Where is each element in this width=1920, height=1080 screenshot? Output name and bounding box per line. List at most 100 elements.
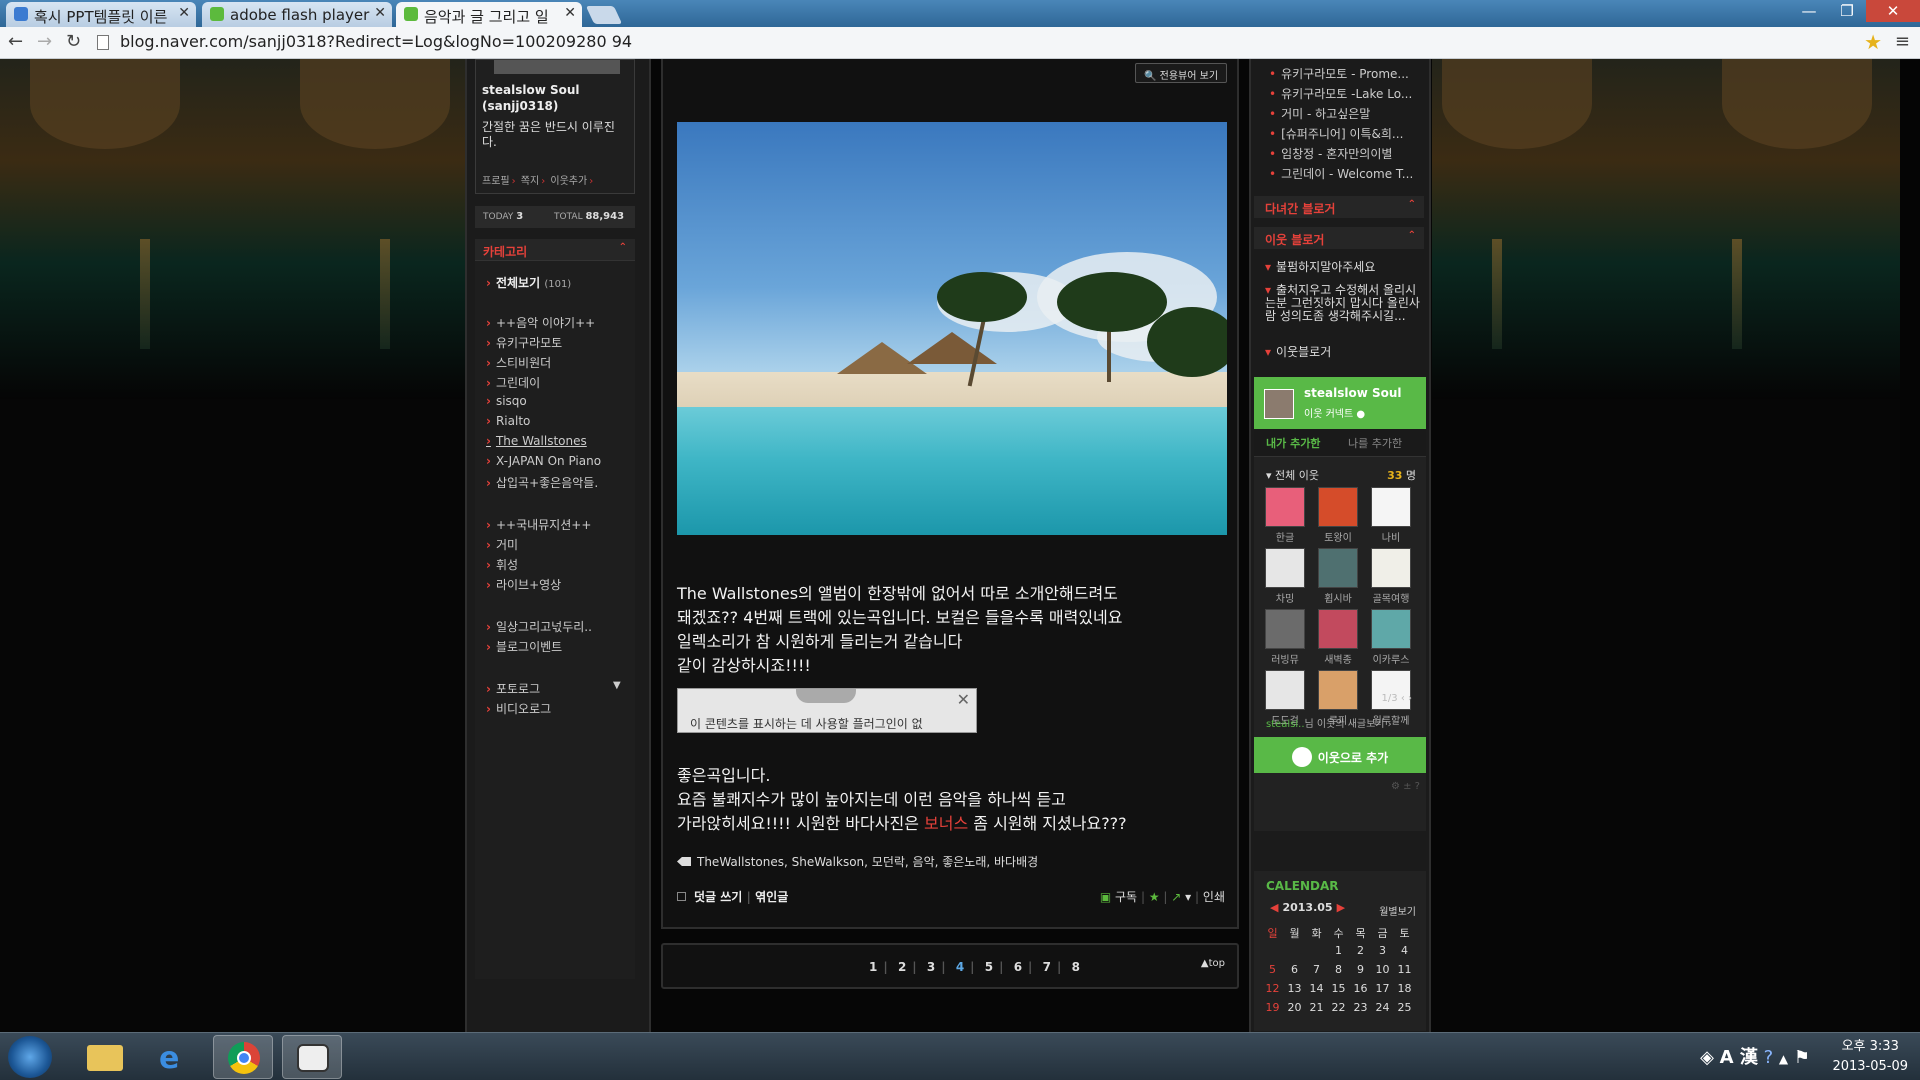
category-item[interactable]: Rialto <box>486 414 530 428</box>
subscribe-link[interactable]: 구독 <box>1115 890 1137 904</box>
share-icon[interactable]: ↗ <box>1171 890 1181 904</box>
forward-icon[interactable]: → <box>37 31 52 52</box>
add-neighbor-link[interactable]: 이웃추가 <box>550 176 587 187</box>
page-link[interactable]: 7 <box>1043 960 1051 974</box>
collapse-icon[interactable]: ⌃ <box>619 242 627 253</box>
neighbor-thumb[interactable]: 차밍 <box>1262 548 1308 605</box>
add-neighbor-button[interactable]: 이웃으로 추가 <box>1254 737 1426 773</box>
tray-expand-icon[interactable]: ▲ <box>1779 1052 1788 1066</box>
calendar-day[interactable]: 3 <box>1372 944 1393 957</box>
avatar[interactable] <box>1264 389 1294 419</box>
tab-close-icon[interactable]: ✕ <box>564 5 576 21</box>
tab-added-by-me[interactable]: 내가 추가한 <box>1266 435 1320 451</box>
calendar-day[interactable]: 22 <box>1328 1001 1349 1014</box>
tab-added-me[interactable]: 나를 추가한 <box>1348 435 1402 451</box>
neighbor-group-link[interactable]: 불펌하지말아주세요 <box>1265 261 1420 274</box>
calendar-day[interactable]: 24 <box>1372 1001 1393 1014</box>
calendar-day[interactable]: 23 <box>1350 1001 1371 1014</box>
calendar-day[interactable]: 14 <box>1306 982 1327 995</box>
neighbor-thumb[interactable]: 한글 <box>1262 487 1308 544</box>
neighbor-thumb[interactable]: 나비 <box>1368 487 1414 544</box>
calendar-day[interactable]: 2 <box>1350 944 1371 957</box>
category-item[interactable]: X-JAPAN On Piano <box>486 454 601 468</box>
settings-gear-icon[interactable]: ⚙ ± ? <box>1391 781 1420 792</box>
tab-close-icon[interactable]: ✕ <box>178 5 190 21</box>
page-link-current[interactable]: 4 <box>956 960 964 974</box>
favorite-star-icon[interactable]: ★ <box>1149 890 1160 904</box>
category-item[interactable]: 스티비원더 <box>486 354 551 371</box>
calendar-day[interactable]: 12 <box>1262 982 1283 995</box>
neighbor-thumb[interactable]: 러빙뮤 <box>1262 609 1308 666</box>
close-window-icon[interactable]: ✕ <box>1866 0 1920 22</box>
monthly-view-link[interactable]: 월별보기 <box>1379 903 1416 918</box>
category-item[interactable]: 블로그이벤트 <box>486 638 562 655</box>
calendar-day[interactable]: 13 <box>1284 982 1305 995</box>
explorer-icon[interactable] <box>75 1035 135 1079</box>
chrome-icon[interactable] <box>213 1035 273 1079</box>
bookmark-star-icon[interactable]: ★ <box>1864 30 1882 54</box>
photolog-link[interactable]: 포토로그 <box>486 680 540 697</box>
profile-link[interactable]: 프로필 <box>482 176 510 187</box>
category-item[interactable]: 일상그리고넋두리.. <box>486 618 592 635</box>
category-item[interactable]: 라이브+영상 <box>486 576 561 593</box>
tab-flash-player[interactable]: adobe flash player ✕ <box>202 2 392 27</box>
calendar-day[interactable]: 6 <box>1284 963 1305 976</box>
recent-post-link[interactable]: [슈퍼주니어] 이특&희... <box>1269 125 1419 142</box>
calendar-day[interactable]: 8 <box>1328 963 1349 976</box>
minimize-icon[interactable]: — <box>1790 0 1828 22</box>
page-link[interactable]: 5 <box>985 960 993 974</box>
trackback-link[interactable]: 엮인글 <box>755 890 788 904</box>
missing-plugin-box[interactable]: ✕ 이 콘텐츠를 표시하는 데 사용할 플러그인이 없 <box>677 688 977 733</box>
calendar-day[interactable]: 18 <box>1394 982 1415 995</box>
rss-icon[interactable]: ▣ <box>1100 890 1111 904</box>
reload-icon[interactable]: ↻ <box>66 31 81 52</box>
system-clock[interactable]: 오후 3:33 2013-05-09 <box>1832 1037 1908 1077</box>
back-icon[interactable]: ← <box>8 31 23 52</box>
calendar-day[interactable]: 5 <box>1262 963 1283 976</box>
profile-photo[interactable] <box>494 60 620 74</box>
calendar-day[interactable]: 11 <box>1394 963 1415 976</box>
url-field[interactable]: blog.naver.com/sanjj0318?Redirect=Log&lo… <box>97 32 1867 54</box>
ime-indicator[interactable]: A 漢 <box>1720 1047 1758 1068</box>
network-icon[interactable]: ◈ <box>1700 1047 1714 1068</box>
calendar-day[interactable]: 7 <box>1306 963 1327 976</box>
category-item[interactable]: 거미 <box>486 536 518 553</box>
recent-post-link[interactable]: 유키구라모토 -Lake Lo... <box>1269 85 1419 102</box>
calendar-day[interactable]: 20 <box>1284 1001 1305 1014</box>
category-item[interactable]: 유키구라모토 <box>486 334 562 351</box>
tab-close-icon[interactable]: ✕ <box>374 5 386 21</box>
dropdown-arrow-icon[interactable]: ▼ <box>613 680 621 691</box>
page-link[interactable]: 1 <box>869 960 877 974</box>
page-link[interactable]: 8 <box>1072 960 1080 974</box>
calendar-day[interactable]: 1 <box>1328 944 1349 957</box>
calendar-day[interactable]: 10 <box>1372 963 1393 976</box>
category-all[interactable]: 전체보기 (101) <box>486 274 571 291</box>
prev-month-icon[interactable]: ◀ <box>1270 901 1278 914</box>
new-tab-button[interactable] <box>585 6 623 24</box>
tab-ppt-template[interactable]: 혹시 PPT템플릿 이른 ✕ <box>6 2 196 27</box>
neighbor-bloggers-header[interactable]: 이웃 블로거 ⌃ <box>1254 227 1424 249</box>
neighbor-new-posts-link[interactable]: stealsl..님 이웃의 새글보기 › <box>1266 715 1392 730</box>
calendar-day[interactable]: 19 <box>1262 1001 1283 1014</box>
calendar-day[interactable]: 21 <box>1306 1001 1327 1014</box>
calendar-day[interactable]: 25 <box>1394 1001 1415 1014</box>
info-circle-icon[interactable]: ● <box>1356 409 1365 420</box>
dedicated-viewer-button[interactable]: 🔍 전용뷰어 보기 <box>1135 63 1227 83</box>
close-icon[interactable]: ✕ <box>957 690 970 709</box>
neighbor-thumb[interactable]: 이카루스 <box>1368 609 1414 666</box>
all-neighbors-label[interactable]: ▾ 전체 이웃 <box>1266 467 1319 483</box>
neighbor-group-link[interactable]: 출처지우고 수정해서 올리시는분 그런짓하지 맙시다 올린사람 성의도좀 생각해… <box>1265 284 1420 323</box>
page-link[interactable]: 3 <box>927 960 935 974</box>
message-link[interactable]: 쪽지 <box>521 176 539 187</box>
maximize-icon[interactable]: ❐ <box>1828 0 1866 22</box>
collapse-icon[interactable]: ⌃ <box>1408 199 1416 210</box>
category-item-selected[interactable]: The Wallstones <box>486 434 587 448</box>
recent-post-link[interactable]: 임창정 - 혼자만의이별 <box>1269 145 1419 162</box>
page-link[interactable]: 2 <box>898 960 906 974</box>
category-item[interactable]: ++국내뮤지션++ <box>486 516 591 533</box>
category-item[interactable]: 삽입곡+좋은음악들. <box>486 474 598 491</box>
neighbor-thumb[interactable]: 휩시바 <box>1315 548 1361 605</box>
visited-bloggers-header[interactable]: 다녀간 블로거 ⌃ <box>1254 196 1424 218</box>
category-header[interactable]: 카테고리 ⌃ <box>475 239 635 261</box>
tab-music-blog[interactable]: 음악과 글 그리고 일 ✕ <box>396 2 582 27</box>
